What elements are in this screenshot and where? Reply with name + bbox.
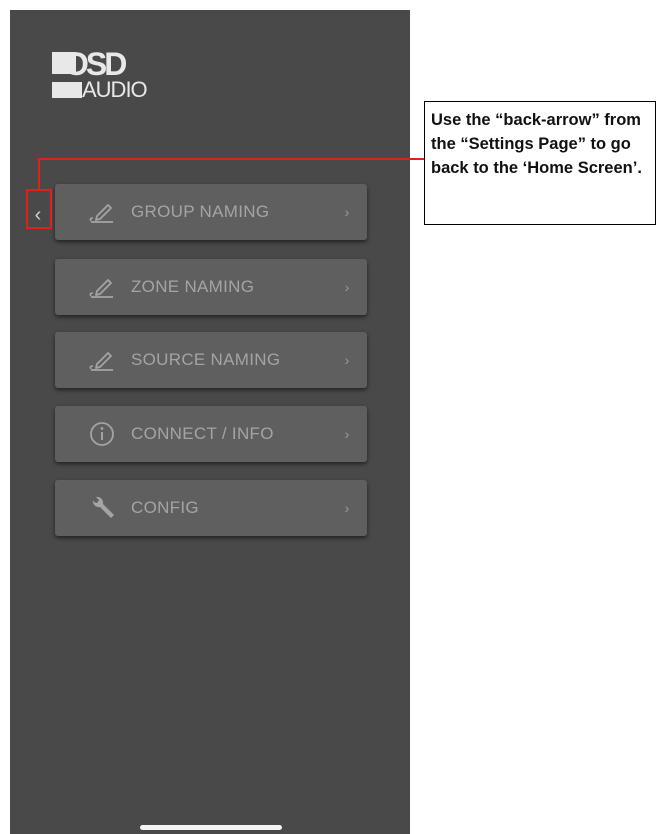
config-label: CONFIG <box>131 498 199 517</box>
chevron-right-icon: › <box>344 204 350 220</box>
logo-text-audio: AUDIO <box>82 77 148 102</box>
source-naming-label: SOURCE NAMING <box>131 350 281 369</box>
zone-naming-label: ZONE NAMING <box>131 277 255 296</box>
zone-naming-button[interactable]: ZONE NAMING › <box>55 259 367 315</box>
info-icon <box>77 418 127 450</box>
osd-audio-logo: OSD AUDIO <box>52 48 172 114</box>
config-button[interactable]: CONFIG › <box>55 480 367 536</box>
logo-block-bottom <box>52 82 82 98</box>
wrench-icon <box>77 492 127 524</box>
callout-text: Use the “back-arrow” from the “Settings … <box>431 111 642 177</box>
settings-screen: OSD AUDIO ‹ GROUP NAMING › ZONE NAMING › <box>10 10 410 834</box>
connect-info-button[interactable]: CONNECT / INFO › <box>55 406 367 462</box>
pencil-icon <box>77 271 127 303</box>
logo-text-osd: OSD <box>64 46 127 82</box>
back-arrow-highlight <box>26 189 52 229</box>
chevron-right-icon: › <box>344 500 350 516</box>
chevron-right-icon: › <box>344 279 350 295</box>
callout-connector-vertical <box>38 158 40 191</box>
chevron-right-icon: › <box>344 352 350 368</box>
group-naming-label: GROUP NAMING <box>131 202 270 221</box>
chevron-right-icon: › <box>344 426 350 442</box>
connect-info-label: CONNECT / INFO <box>131 424 274 443</box>
pencil-icon <box>77 344 127 376</box>
callout-connector-horizontal <box>38 158 410 160</box>
group-naming-button[interactable]: GROUP NAMING › <box>55 184 367 240</box>
source-naming-button[interactable]: SOURCE NAMING › <box>55 332 367 388</box>
callout-annotation: Use the “back-arrow” from the “Settings … <box>424 101 656 225</box>
callout-connector-end <box>410 158 424 160</box>
home-indicator[interactable] <box>140 825 282 830</box>
pencil-icon <box>77 196 127 228</box>
